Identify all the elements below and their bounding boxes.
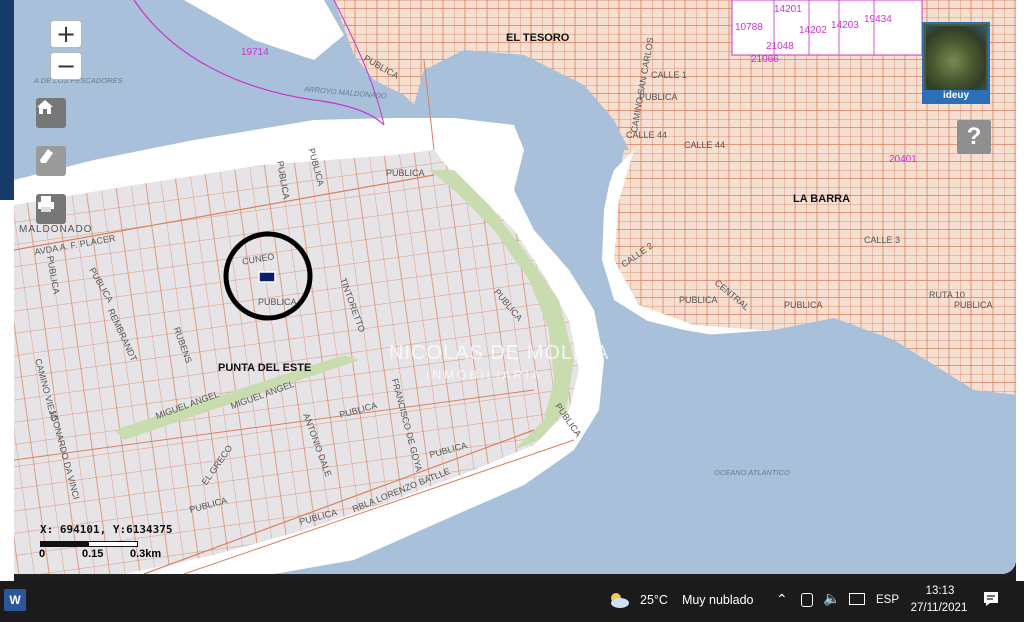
place-punta-del-este: PUNTA DEL ESTE [218,362,312,374]
home-icon [37,100,53,114]
help-button[interactable]: ? [957,120,991,154]
right-window-edge [1016,0,1024,581]
parcel-14203: 14203 [831,20,859,31]
notification-icon [984,592,998,606]
parcel-14201: 14201 [774,4,802,15]
label-oceano: OCEANO ATLANTICO [714,468,790,477]
map-canvas[interactable] [14,0,1016,574]
network-icon[interactable] [849,593,865,605]
watermark-line1: NICOLAS DE MOLINA [389,342,610,364]
home-button[interactable] [36,98,66,128]
clock-time[interactable]: 13:13 [920,585,960,597]
zoom-out-button[interactable]: − [50,52,82,80]
street-publica-3: PUBLICA [679,295,718,305]
parcel-10788: 10788 [735,22,763,33]
left-window-edge [0,0,14,581]
weather-widget[interactable]: 25°C Muy nublado [608,592,754,608]
weather-temperature: 25°C [640,593,668,607]
show-hidden-icons-button[interactable]: ⌃ [776,591,788,608]
scale-label-mid: 0.15 [82,548,104,560]
place-maldonado: MALDONADO [19,224,93,235]
language-indicator[interactable]: ESP [876,594,899,606]
volume-icon[interactable]: 🔈 [823,591,840,607]
printer-icon [38,196,54,212]
clock-date[interactable]: 27/11/2021 [904,602,974,614]
parcel-19714: 19714 [241,47,269,58]
map-view[interactable]: NICOLAS DE MOLINA INMOBILIARIA EL TESORO… [14,0,1016,574]
street-publica-4: PUBLICA [784,300,823,310]
cloud-icon [611,593,629,608]
word-taskbar-button[interactable]: W [4,589,26,611]
street-calle1: CALLE 1 [651,70,688,80]
place-la-barra: LA BARRA [793,193,851,205]
parcel-20401: 20401 [889,154,917,165]
print-button[interactable] [36,194,66,224]
parcel-19434: 19434 [864,14,892,25]
place-el-tesoro: EL TESORO [506,32,570,44]
notifications-button[interactable] [982,590,1000,611]
scale-label-0: 0 [39,548,46,560]
street-calle3: CALLE 3 [864,235,901,245]
property-marker [258,271,276,283]
basemap-label: ideuy [924,90,988,102]
scale-bar [40,541,138,547]
street-publica-5: PUBLICA [954,300,993,310]
street-calle44-b: CALLE 44 [684,140,726,150]
coordinate-readout: X: 694101, Y:6134375 [40,523,173,536]
word-icon: W [9,593,21,607]
parcel-14202: 14202 [799,25,827,36]
street-publica-9: PUBLICA [258,297,297,307]
taskbar: W 25°C Muy nublado ⌃ 🔈 ESP 13:13 27/11/2… [0,581,1024,622]
scale-label-end: 0.3km [130,548,162,560]
basemap-switcher[interactable]: ideuy [922,22,990,104]
chevron-up-icon: ⌃ [776,591,788,607]
street-publica-8: PUBLICA [386,168,425,178]
satellite-thumbnail [926,26,986,90]
eraser-icon [40,149,53,163]
street-ruta-10: RUTA 10 [929,290,965,300]
parcel-21066: 21066 [751,54,779,65]
eraser-button[interactable] [36,146,66,176]
zoom-in-button[interactable]: + [50,20,82,48]
parcel-21048: 21048 [766,41,794,52]
weather-condition: Muy nublado [681,593,754,607]
watermark-line2: INMOBILIARIA [426,368,543,382]
meet-now-icon[interactable] [801,593,813,607]
